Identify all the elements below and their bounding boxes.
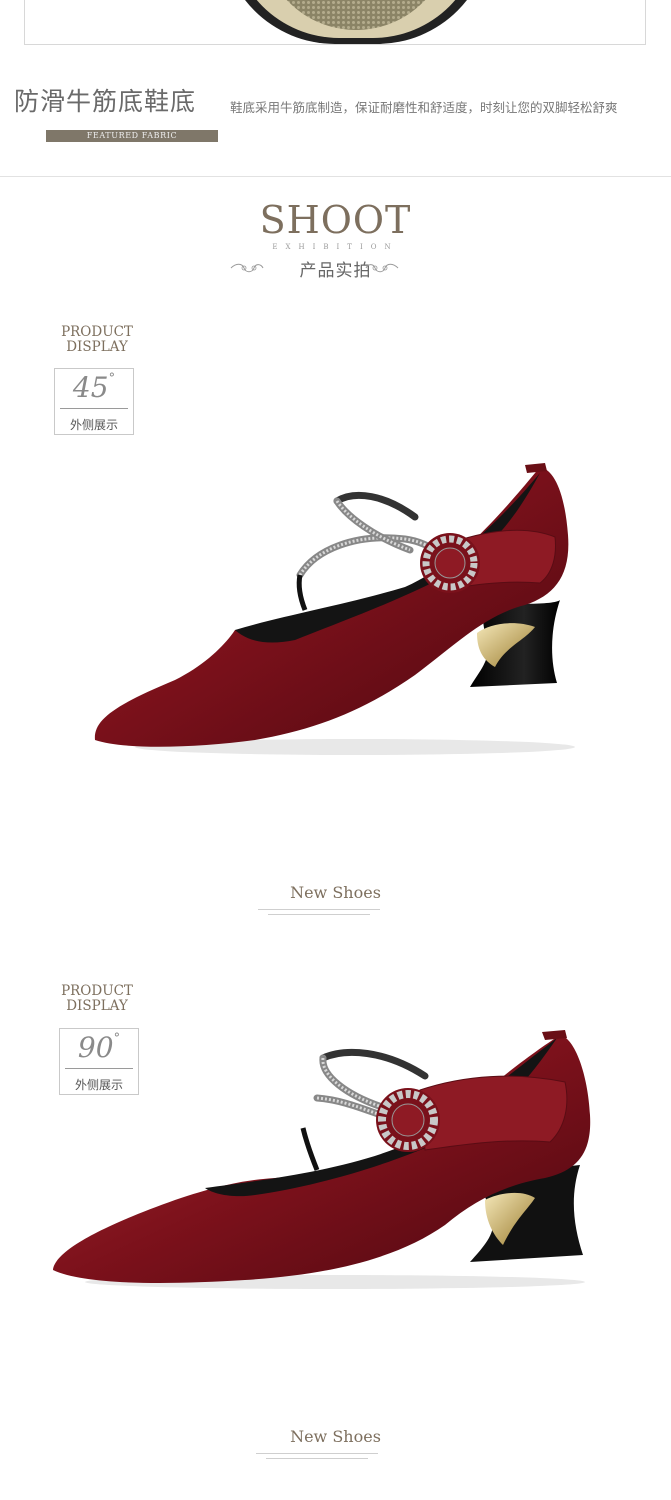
product-display-label: PRODUCT DISPLAY [61,324,133,355]
sole-photo-frame [24,0,646,45]
shoot-subtitle: EXHIBITION [272,243,399,251]
featured-fabric-tag: FEATURED FABRIC [46,130,218,142]
rhinestone-flower-buckle-icon [420,533,480,593]
angle-label-cn: 外侧展示 [69,418,118,432]
angle-value: 45 [72,371,109,404]
new-shoes-caption: New Shoes [290,883,381,902]
shoe-photo-45 [94,463,575,755]
sole-photo [221,0,491,44]
scroll-ornament-icon [230,263,264,273]
fabric-description: 鞋底采用牛筋底制造，保证耐磨性和舒适度，时刻让您的双脚轻松舒爽 [230,100,618,115]
shoe-photo-90 [53,1030,591,1289]
shoot-title-cn: 产品实拍 [299,261,372,281]
rhinestone-flower-buckle-icon [376,1088,440,1152]
scroll-ornament-icon [365,263,399,273]
new-shoes-caption: New Shoes [290,1427,381,1446]
fabric-title: 防滑牛筋底鞋底 [14,87,197,116]
angle-badge-45: 45° 外侧展示 [54,368,134,435]
degree-symbol: ° [108,371,116,386]
product-display-label: PRODUCT DISPLAY [61,983,133,1014]
sole-texture [261,0,451,30]
shoot-title: SHOOT [259,198,412,242]
section-divider [0,176,671,177]
